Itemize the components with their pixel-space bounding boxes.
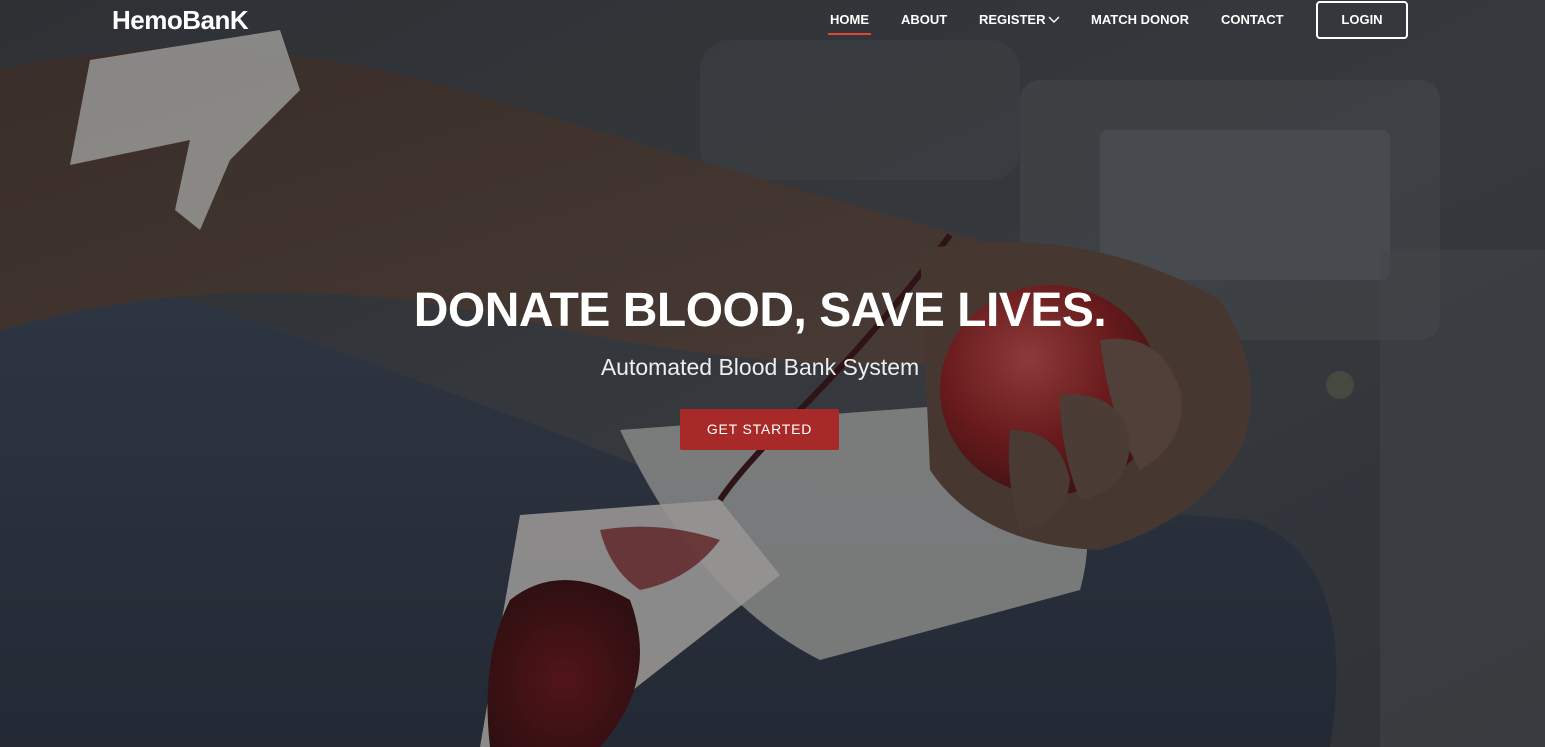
nav-item-contact[interactable]: CONTACT (1221, 12, 1284, 28)
nav-item-about[interactable]: ABOUT (901, 12, 947, 28)
nav-item-register[interactable]: REGISTER (979, 12, 1060, 28)
hero-section: HemoBanK HOME ABOUT REGISTER MATCH DONOR… (0, 0, 1545, 747)
nav-item-register-label: REGISTER (979, 12, 1046, 27)
hero-headline: DONATE BLOOD, SAVE LIVES. (413, 284, 1107, 337)
chevron-down-icon (1048, 16, 1060, 23)
hero-subheadline: Automated Blood Bank System (600, 354, 920, 380)
login-button[interactable]: LOGIN (1316, 1, 1408, 39)
top-navigation: HOME ABOUT REGISTER MATCH DONOR CONTACT … (0, 0, 1545, 40)
get-started-button[interactable]: GET STARTED (680, 409, 839, 450)
nav-item-match-donor[interactable]: MATCH DONOR (1091, 12, 1189, 28)
nav-item-home[interactable]: HOME (828, 12, 871, 35)
